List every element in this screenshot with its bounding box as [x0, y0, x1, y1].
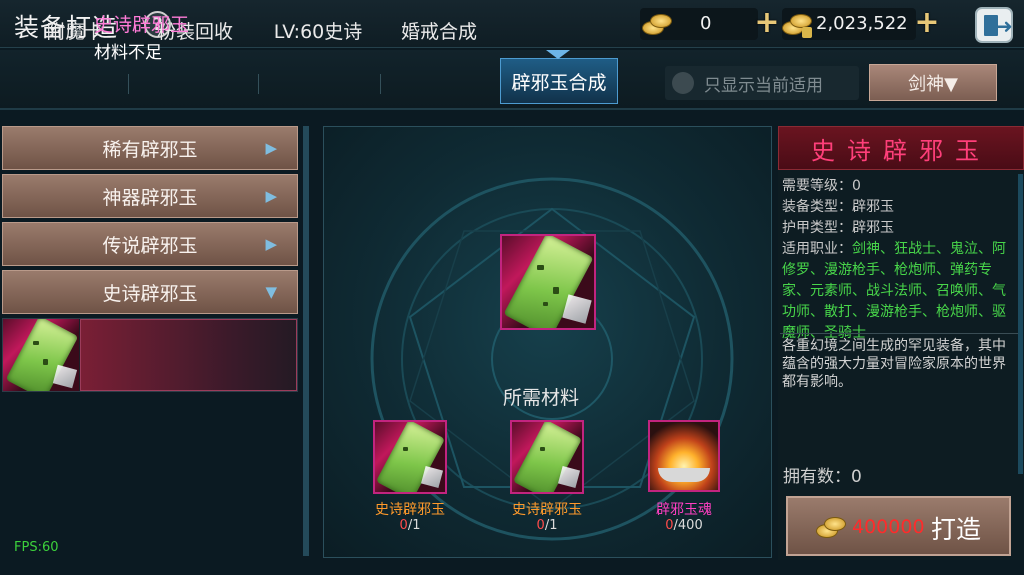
material-jade-icon[interactable] — [510, 420, 584, 494]
category-artifact[interactable]: 神器辟邪玉 ▶ — [2, 174, 298, 218]
show-applicable-toggle[interactable]: 只显示当前适用 — [665, 66, 859, 100]
required-level-label: 需要等级： — [782, 178, 852, 194]
material-have: 0 — [536, 518, 545, 533]
category-label: 神器辟邪玉 — [102, 186, 198, 209]
required-level-value: 0 — [852, 178, 861, 194]
result-jade-icon[interactable] — [500, 234, 596, 330]
gold-coin-icon — [814, 514, 848, 540]
tab-divider — [380, 74, 381, 94]
owned-label: 拥有数： — [783, 467, 851, 487]
category-rare[interactable]: 稀有辟邪玉 ▶ — [2, 126, 298, 170]
craft-cost: 400000 — [852, 516, 925, 538]
active-tab-indicator — [546, 50, 570, 60]
material-need: /400 — [673, 518, 703, 533]
gold-coin-icon — [640, 11, 674, 37]
tab-ring-synthesis[interactable]: 婚戒合成 — [388, 10, 490, 50]
craft-label: 打造 — [931, 515, 982, 544]
required-materials-label: 所需材料 — [503, 387, 580, 409]
selected-item-status: 材料不足 — [94, 43, 162, 63]
category-legendary[interactable]: 传说辟邪玉 ▶ — [2, 222, 298, 266]
fps-counter: FPS:60 — [14, 540, 59, 555]
material-need: /1 — [407, 518, 421, 533]
material-have: 0 — [399, 518, 408, 533]
material-count: 0/1 — [497, 518, 597, 533]
material-jade-icon[interactable] — [373, 420, 447, 494]
material-count: 0/1 — [360, 518, 460, 533]
bound-gold-amount: 2,023,522 — [816, 13, 908, 34]
selected-item-name: 史诗辟邪玉 — [94, 14, 190, 36]
jade-soul-icon[interactable] — [648, 420, 720, 492]
tab-divider — [128, 74, 129, 94]
material-need: /1 — [544, 518, 558, 533]
tab-lv60-epic[interactable]: LV:60史诗 — [266, 10, 370, 50]
armor-type-label: 护甲类型： — [782, 220, 852, 236]
info-divider — [780, 333, 1018, 334]
exit-button[interactable]: ➜ — [975, 7, 1013, 43]
exit-arrow-icon: ➜ — [996, 14, 1013, 38]
category-epic[interactable]: 史诗辟邪玉 ▼ — [2, 270, 298, 314]
expand-arrow-icon: ▶ — [265, 139, 277, 157]
class-select-dropdown[interactable]: 剑神▼ — [869, 64, 997, 101]
magic-circle-icon — [370, 177, 734, 541]
info-scrollbar[interactable] — [1018, 174, 1023, 474]
material-name: 史诗辟邪玉 — [512, 502, 582, 518]
expand-arrow-icon: ▶ — [265, 235, 277, 253]
equipment-type: 装备类型：辟邪玉 — [782, 198, 894, 217]
material-have: 0 — [665, 518, 674, 533]
selected-highlight — [80, 319, 297, 391]
add-bound-gold-button[interactable]: + — [914, 8, 940, 38]
toggle-dot-icon — [672, 72, 694, 94]
material-count: 0/400 — [634, 518, 734, 533]
required-level: 需要等级：0 — [782, 177, 861, 196]
expand-arrow-icon: ▶ — [265, 187, 277, 205]
applicable-classes-label: 适用职业： — [782, 241, 852, 257]
item-description: 各重幻境之间生成的罕见装备，其中蕴含的强大力量对冒险家原本的世界都有影响。 — [782, 338, 1006, 390]
equipment-type-value: 辟邪玉 — [852, 199, 894, 215]
applicable-classes: 适用职业：剑神、狂战士、鬼泣、阿修罗、漫游枪手、枪炮师、弹药专家、元素师、战斗法… — [782, 239, 1016, 344]
add-gold-button[interactable]: + — [754, 8, 780, 38]
category-label: 传说辟邪玉 — [102, 234, 198, 257]
owned-count: 拥有数：0 — [783, 462, 862, 487]
material-name: 史诗辟邪玉 — [375, 502, 445, 518]
epic-jade-icon — [3, 319, 79, 391]
collapse-arrow-icon: ▼ — [265, 283, 277, 301]
category-label: 稀有辟邪玉 — [102, 138, 198, 161]
gold-amount: 0 — [700, 13, 712, 34]
tab-divider — [258, 74, 259, 94]
armor-type-value: 辟邪玉 — [852, 220, 894, 236]
armor-type: 护甲类型：辟邪玉 — [782, 219, 894, 238]
left-scrollbar[interactable] — [303, 126, 309, 556]
material-name: 辟邪玉魂 — [656, 502, 712, 518]
owned-value: 0 — [851, 467, 862, 487]
category-label: 史诗辟邪玉 — [102, 282, 198, 305]
equipment-type-label: 装备类型： — [782, 199, 852, 215]
bound-gold-coin-icon — [780, 11, 814, 38]
craft-button[interactable]: 400000 打造 — [786, 496, 1011, 556]
list-item-epic-jade[interactable] — [2, 318, 298, 392]
item-info-title: 史诗辟邪玉 — [778, 126, 1024, 170]
show-applicable-label: 只显示当前适用 — [704, 75, 823, 96]
tab-jade-synthesis[interactable]: 辟邪玉合成 — [500, 58, 618, 104]
